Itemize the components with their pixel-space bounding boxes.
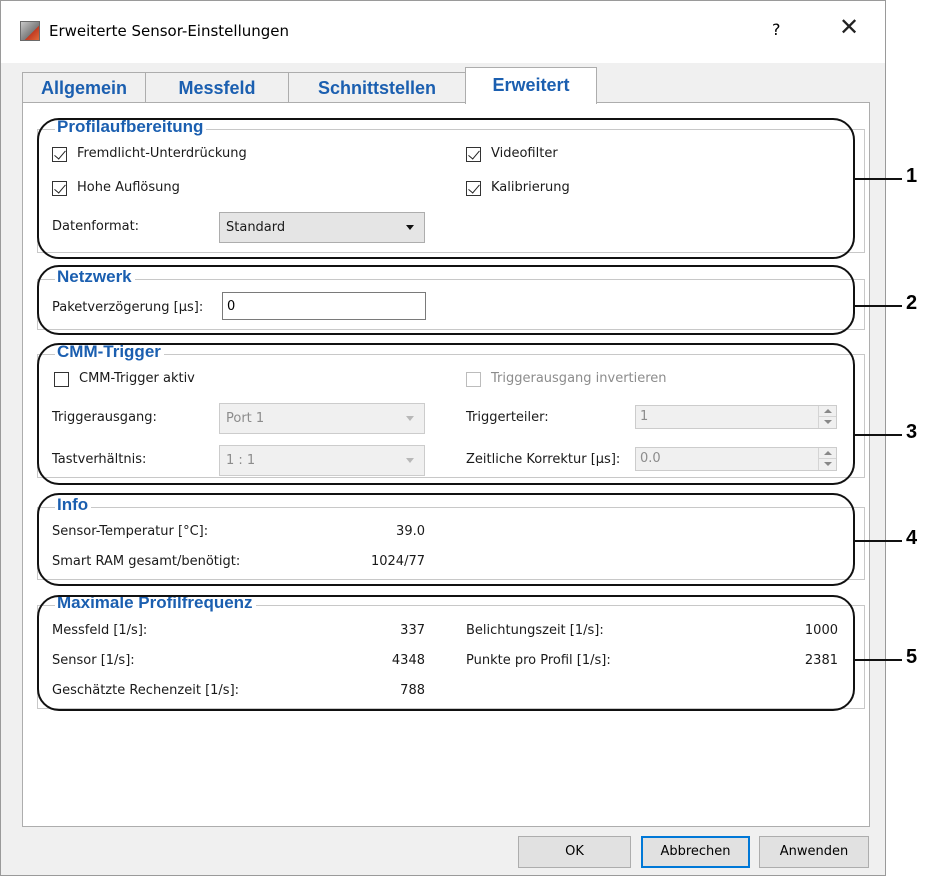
- messfeld-rate-label: Messfeld [1/s]:: [52, 623, 148, 638]
- tab-messfeld[interactable]: Messfeld: [145, 72, 289, 103]
- chevron-down-icon: [406, 225, 414, 230]
- triggerteiler-spinbox[interactable]: 1: [635, 405, 837, 429]
- help-button[interactable]: ?: [772, 20, 781, 39]
- sensor-rate-value: 4348: [391, 653, 425, 668]
- zeitliche-korrektur-spinbox[interactable]: 0.0: [635, 447, 837, 471]
- kalibrierung-label[interactable]: Kalibrierung: [491, 180, 570, 195]
- punkte-pro-profil-value: 2381: [804, 653, 838, 668]
- smart-ram-value: 1024/77: [370, 554, 425, 569]
- kalibrierung-checkbox[interactable]: [466, 181, 481, 196]
- callout-number-3: 3: [906, 421, 918, 443]
- triggerausgang-value: Port 1: [226, 411, 265, 426]
- callout-line-5: [855, 659, 902, 661]
- spin-down-icon[interactable]: [818, 417, 836, 428]
- trigger-invertieren-label: Triggerausgang invertieren: [491, 371, 667, 386]
- triggerausgang-label: Triggerausgang:: [52, 410, 157, 425]
- spin-down-icon[interactable]: [818, 459, 836, 470]
- group-info: Info: [37, 495, 865, 580]
- group-title-maximale-profilfrequenz: Maximale Profilfrequenz: [55, 593, 256, 613]
- tab-schnittstellen[interactable]: Schnittstellen: [288, 72, 466, 103]
- zeitliche-korrektur-label: Zeitliche Korrektur [µs]:: [466, 452, 621, 467]
- rechenzeit-label: Geschätzte Rechenzeit [1/s]:: [52, 683, 240, 698]
- callout-number-4: 4: [906, 527, 918, 549]
- smart-ram-label: Smart RAM gesamt/benötigt:: [52, 554, 241, 569]
- zeitliche-korrektur-value: 0.0: [640, 451, 661, 466]
- title-bar: Erweiterte Sensor-Einstellungen ? ✕: [1, 1, 885, 63]
- hohe-aufloesung-checkbox[interactable]: [52, 181, 67, 196]
- callout-number-2: 2: [906, 292, 918, 314]
- chevron-down-icon: [406, 458, 414, 463]
- window-title: Erweiterte Sensor-Einstellungen: [49, 22, 290, 40]
- videofilter-label[interactable]: Videofilter: [491, 146, 558, 161]
- callout-number-1: 1: [906, 165, 918, 187]
- callout-number-5: 5: [906, 646, 918, 668]
- tastverhaeltnis-label: Tastverhältnis:: [52, 452, 147, 467]
- ok-button[interactable]: OK: [518, 836, 631, 868]
- belichtungszeit-value: 1000: [804, 623, 838, 638]
- fremdlicht-checkbox[interactable]: [52, 147, 67, 162]
- spin-up-icon[interactable]: [818, 448, 836, 459]
- group-title-cmm-trigger: CMM-Trigger: [55, 342, 164, 362]
- callout-line-4: [855, 540, 902, 542]
- callout-line-1: [855, 178, 902, 180]
- datenformat-value: Standard: [226, 220, 286, 235]
- group-title-profilaufbereitung: Profilaufbereitung: [55, 117, 207, 137]
- callout-line-2: [855, 305, 902, 307]
- triggerausgang-select[interactable]: Port 1: [219, 403, 425, 434]
- paketverzoegerung-label: Paketverzögerung [µs]:: [52, 300, 204, 315]
- belichtungszeit-label: Belichtungszeit [1/s]:: [466, 623, 604, 638]
- sensor-rate-label: Sensor [1/s]:: [52, 653, 135, 668]
- group-title-netzwerk: Netzwerk: [55, 267, 135, 287]
- tab-erweitert[interactable]: Erweitert: [465, 67, 597, 104]
- app-icon: [20, 21, 40, 41]
- anwenden-button[interactable]: Anwenden: [759, 836, 869, 868]
- callout-line-3: [855, 434, 902, 436]
- close-icon[interactable]: ✕: [839, 15, 859, 39]
- tastverhaeltnis-select[interactable]: 1 : 1: [219, 445, 425, 476]
- triggerteiler-value: 1: [640, 409, 649, 424]
- sensor-temperatur-label: Sensor-Temperatur [°C]:: [52, 524, 209, 539]
- paketverzoegerung-input[interactable]: [222, 292, 426, 320]
- fremdlicht-label[interactable]: Fremdlicht-Unterdrückung: [77, 146, 247, 161]
- tab-allgemein[interactable]: Allgemein: [22, 72, 146, 103]
- tastverhaeltnis-value: 1 : 1: [226, 453, 256, 468]
- datenformat-label: Datenformat:: [52, 219, 140, 234]
- spin-up-icon[interactable]: [818, 406, 836, 417]
- chevron-down-icon: [406, 416, 414, 421]
- cmm-trigger-aktiv-checkbox[interactable]: [54, 372, 69, 387]
- triggerteiler-label: Triggerteiler:: [466, 410, 549, 425]
- rechenzeit-value: 788: [400, 683, 425, 698]
- cmm-trigger-aktiv-label[interactable]: CMM-Trigger aktiv: [79, 371, 195, 386]
- videofilter-checkbox[interactable]: [466, 147, 481, 162]
- group-title-info: Info: [55, 495, 92, 515]
- trigger-invertieren-checkbox[interactable]: [466, 372, 481, 387]
- hohe-aufloesung-label[interactable]: Hohe Auflösung: [77, 180, 180, 195]
- punkte-pro-profil-label: Punkte pro Profil [1/s]:: [466, 653, 611, 668]
- sensor-temperatur-value: 39.0: [396, 524, 425, 539]
- abbrechen-button[interactable]: Abbrechen: [641, 836, 750, 868]
- messfeld-rate-value: 337: [400, 623, 425, 638]
- datenformat-select[interactable]: Standard: [219, 212, 425, 243]
